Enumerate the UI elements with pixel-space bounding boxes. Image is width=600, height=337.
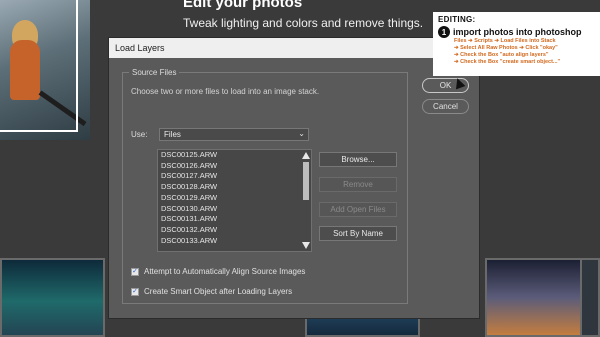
dialog-title: Load Layers [115, 43, 165, 53]
background-thumbnail [580, 258, 600, 337]
background-thumbnail [0, 258, 105, 337]
add-open-files-button[interactable]: Add Open Files [319, 202, 397, 217]
remove-button[interactable]: Remove [319, 177, 397, 192]
overlay-instruction: ➔ Select All Raw Photos ➔ Click "okay" [454, 45, 558, 51]
overlay-step: 1 import photos into photoshop [438, 26, 595, 38]
background-title: Edit your photos [183, 0, 303, 11]
browse-button[interactable]: Browse... [319, 152, 397, 167]
file-list-scrollbar[interactable] [301, 150, 311, 251]
overlay-step-title: import photos into photoshop [453, 27, 582, 37]
auto-align-checkbox[interactable]: ✓ [131, 267, 139, 276]
auto-align-label: Attempt to Automatically Align Source Im… [144, 267, 306, 276]
file-list-item[interactable]: DSC00130.ARW [158, 204, 311, 215]
use-dropdown[interactable]: Files ⌄ [159, 128, 309, 141]
overlay-heading: EDITING: [438, 15, 476, 24]
file-list-item[interactable]: DSC00125.ARW [158, 150, 311, 161]
source-files-legend: Source Files [129, 68, 180, 77]
smart-object-checkbox[interactable]: ✓ [131, 287, 139, 296]
background-photo-canoe [0, 0, 90, 140]
scroll-down-arrow-icon[interactable] [302, 242, 310, 249]
source-files-description: Choose two or more files to load into an… [131, 87, 320, 96]
load-layers-dialog: Load Layers ✕ Source Files Choose two or… [108, 37, 480, 319]
smart-object-option[interactable]: ✓ Create Smart Object after Loading Laye… [131, 287, 292, 296]
overlay-instruction: ➔ Check the Box "auto align layers" [454, 52, 549, 58]
auto-align-option[interactable]: ✓ Attempt to Automatically Align Source … [131, 267, 305, 276]
scroll-up-arrow-icon[interactable] [302, 152, 310, 159]
file-list-item[interactable]: DSC00133.ARW [158, 236, 311, 247]
scroll-thumb[interactable] [303, 162, 309, 200]
sort-by-name-button[interactable]: Sort By Name [319, 226, 397, 241]
tutorial-overlay: EDITING: 1 import photos into photoshop … [433, 12, 600, 76]
file-list-item[interactable]: DSC00129.ARW [158, 193, 311, 204]
chevron-down-icon: ⌄ [298, 129, 305, 138]
file-list-item[interactable]: DSC00127.ARW [158, 171, 311, 182]
photo-frame [0, 0, 78, 132]
file-list-item[interactable]: DSC00128.ARW [158, 182, 311, 193]
cancel-button[interactable]: Cancel [422, 99, 469, 114]
file-list[interactable]: DSC00125.ARW DSC00126.ARW DSC00127.ARW D… [157, 149, 312, 252]
file-list-item[interactable]: DSC00131.ARW [158, 214, 311, 225]
file-list-item[interactable]: DSC00126.ARW [158, 161, 311, 172]
background-subtitle: Tweak lighting and colors and remove thi… [183, 16, 424, 30]
use-label: Use: [131, 130, 148, 139]
file-list-item[interactable]: DSC00132.ARW [158, 225, 311, 236]
dialog-title-bar[interactable]: Load Layers [109, 38, 479, 58]
overlay-instruction: Files ➔ Scripts ➔ Load Files into Stack [454, 38, 556, 44]
smart-object-label: Create Smart Object after Loading Layers [144, 287, 293, 296]
background-thumbnail [485, 258, 585, 337]
overlay-instruction: ➔ Check the Box "create smart object..." [454, 59, 561, 65]
use-dropdown-value: Files [164, 130, 181, 139]
step-number-badge: 1 [438, 26, 450, 38]
